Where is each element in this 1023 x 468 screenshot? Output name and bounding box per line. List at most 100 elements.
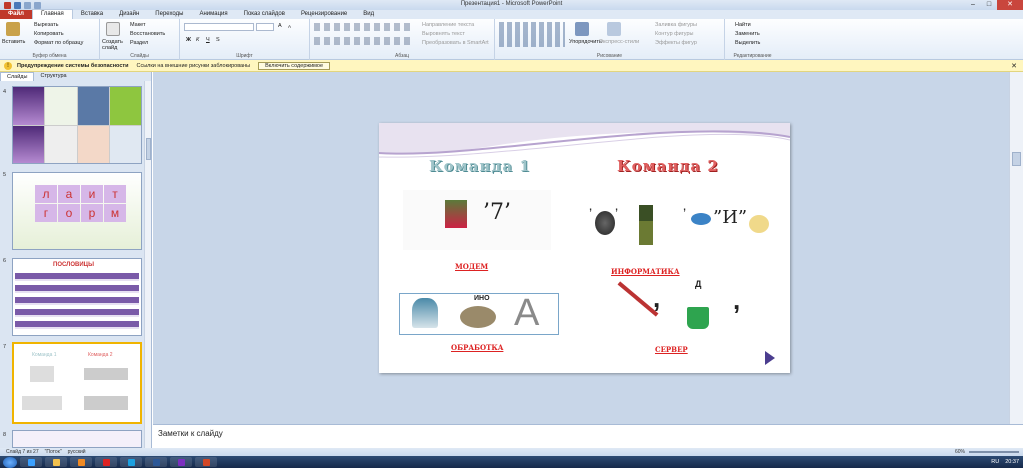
replace-button[interactable]: Заменить [735, 31, 760, 37]
tab-outline[interactable]: Структура [34, 72, 72, 81]
shapes-gallery[interactable] [499, 22, 565, 47]
shape-effects-button[interactable]: Эффекты фигур [655, 40, 697, 46]
minimize-icon[interactable]: – [965, 0, 981, 10]
slide-number-8: 8 [3, 432, 7, 438]
tire-icon [595, 211, 615, 235]
new-slide-button[interactable]: Создать слайд [102, 39, 130, 51]
font-size-input[interactable] [256, 23, 274, 31]
slide-thumb-8[interactable] [12, 430, 142, 448]
current-slide[interactable]: Команда 1 Команда 2 ’7’ МОДЕМ ’ ’ ’ ”И” … [379, 123, 790, 373]
clipboard-group: Вставить Вырезать Копировать Формат по о… [0, 19, 100, 60]
slides-pane-scrollbar[interactable] [144, 81, 151, 448]
soldier-icon [639, 205, 653, 245]
rebus-d-letter: Д [695, 279, 702, 289]
tab-animation[interactable]: Анимация [191, 10, 235, 19]
tab-insert[interactable]: Вставка [73, 10, 111, 19]
pane-tabs: Слайды Структура [0, 72, 151, 81]
notes-pane[interactable]: Заметки к слайду [153, 424, 1023, 448]
text-direction-button[interactable]: Направление текста [422, 22, 474, 28]
rebus-comma: , [733, 285, 741, 315]
thumb-letter: г [35, 204, 57, 222]
strike-button[interactable]: S [216, 37, 220, 43]
tab-slideshow[interactable]: Показ слайдов [236, 10, 293, 19]
layout-button[interactable]: Макет [130, 22, 146, 28]
tab-home[interactable]: Главная [31, 9, 73, 19]
align-buttons[interactable] [314, 37, 414, 45]
canvas-scrollbar[interactable] [1009, 72, 1023, 424]
maximize-icon[interactable]: □ [981, 0, 997, 10]
tab-view[interactable]: Вид [355, 10, 382, 19]
arrange-icon[interactable] [575, 22, 589, 36]
slides-group: Создать слайд Макет Восстановить Раздел … [100, 19, 180, 60]
align-text-button[interactable]: Выровнять текст [422, 31, 465, 37]
slide-counter: Слайд 7 из 27 [6, 449, 39, 455]
taskbar-app-word[interactable] [145, 457, 167, 467]
arrange-button[interactable]: Упорядочить [569, 39, 602, 45]
paste-button[interactable]: Вставить [2, 39, 25, 45]
enable-content-button[interactable]: Включить содержимое [258, 61, 331, 70]
answer-obrabotka: ОБРАБОТКА [451, 343, 504, 352]
slides-pane: Слайды Структура 4 5 л а и т г о р м 6 П… [0, 72, 152, 448]
font-name-input[interactable] [184, 23, 254, 31]
font-size-down-button[interactable]: A [288, 24, 291, 29]
new-slide-icon[interactable] [106, 22, 120, 36]
tab-transitions[interactable]: Переходы [147, 10, 191, 19]
font-size-up-button[interactable]: A [278, 23, 282, 29]
reset-button[interactable]: Восстановить [130, 31, 165, 37]
slide-thumb-5[interactable]: л а и т г о р м [12, 172, 142, 250]
tray-clock[interactable]: 20:37 [1005, 459, 1019, 465]
italic-button[interactable]: К [196, 37, 199, 43]
slide-header-swoosh [379, 123, 790, 158]
thumb-letter: а [58, 185, 80, 203]
copy-button[interactable]: Копировать [34, 31, 64, 37]
next-arrow-icon[interactable] [765, 351, 775, 365]
rebus-letter-a: A [514, 292, 540, 334]
font-label: Шрифт [236, 53, 253, 59]
taskbar-app-skype[interactable] [120, 457, 142, 467]
taskbar-app-powerpoint[interactable] [195, 457, 217, 467]
language[interactable]: русский [68, 449, 86, 455]
start-button-icon[interactable] [3, 456, 17, 468]
thumb6-title: ПОСЛОВИЦЫ [53, 262, 94, 268]
slide-thumb-6[interactable]: ПОСЛОВИЦЫ [12, 258, 142, 336]
taskbar-app-ie[interactable] [20, 457, 42, 467]
taskbar-app-media[interactable] [70, 457, 92, 467]
slide-thumb-7-selected[interactable]: Команда 1 Команда 2 [12, 342, 142, 424]
close-warning-icon[interactable]: ✕ [1011, 62, 1017, 70]
zoom-slider[interactable] [969, 451, 1019, 453]
list-buttons[interactable] [314, 23, 414, 31]
tab-review[interactable]: Рецензирование [293, 10, 355, 19]
taskbar-app-explorer[interactable] [45, 457, 67, 467]
quick-styles-button[interactable]: Экспресс-стили [599, 39, 639, 45]
close-icon[interactable]: ✕ [997, 0, 1023, 10]
format-painter-button[interactable]: Формат по образцу [34, 40, 83, 46]
tab-slides[interactable]: Слайды [0, 72, 35, 81]
quick-styles-icon[interactable] [607, 22, 621, 36]
section-button[interactable]: Раздел [130, 40, 148, 46]
zoom-level[interactable]: 60% [955, 449, 965, 455]
underline-button[interactable]: Ч [206, 37, 210, 43]
select-button[interactable]: Выделить [735, 40, 760, 46]
taskbar-app-opera[interactable] [95, 457, 117, 467]
slide-thumb-4[interactable] [12, 86, 142, 164]
paste-icon[interactable] [6, 22, 20, 36]
shape-outline-button[interactable]: Контур фигуры [655, 31, 693, 37]
mask-icon [749, 215, 769, 233]
taskbar-app-yahoo[interactable] [170, 457, 192, 467]
tray-language[interactable]: RU [991, 459, 999, 465]
bucket-icon [687, 307, 709, 329]
bold-button[interactable]: Ж [186, 37, 191, 43]
rebus-2-picture: ’ ’ ’ ”И” [583, 203, 777, 249]
house-tree-icon [445, 200, 467, 228]
cut-button[interactable]: Вырезать [34, 22, 58, 28]
team1-title: Команда 1 [429, 157, 531, 175]
rebus-quote: ’ [683, 205, 687, 221]
find-button[interactable]: Найти [735, 22, 751, 28]
taskbar: RU 20:37 [0, 456, 1023, 468]
tab-design[interactable]: Дизайн [111, 10, 147, 19]
answer-server: СЕРВЕР [655, 345, 688, 354]
shape-fill-button[interactable]: Заливка фигуры [655, 22, 697, 28]
smartart-button[interactable]: Преобразовать в SmartArt [422, 40, 489, 46]
rebus-ino: ИНО [474, 295, 490, 302]
tab-file[interactable]: Файл [0, 10, 32, 19]
